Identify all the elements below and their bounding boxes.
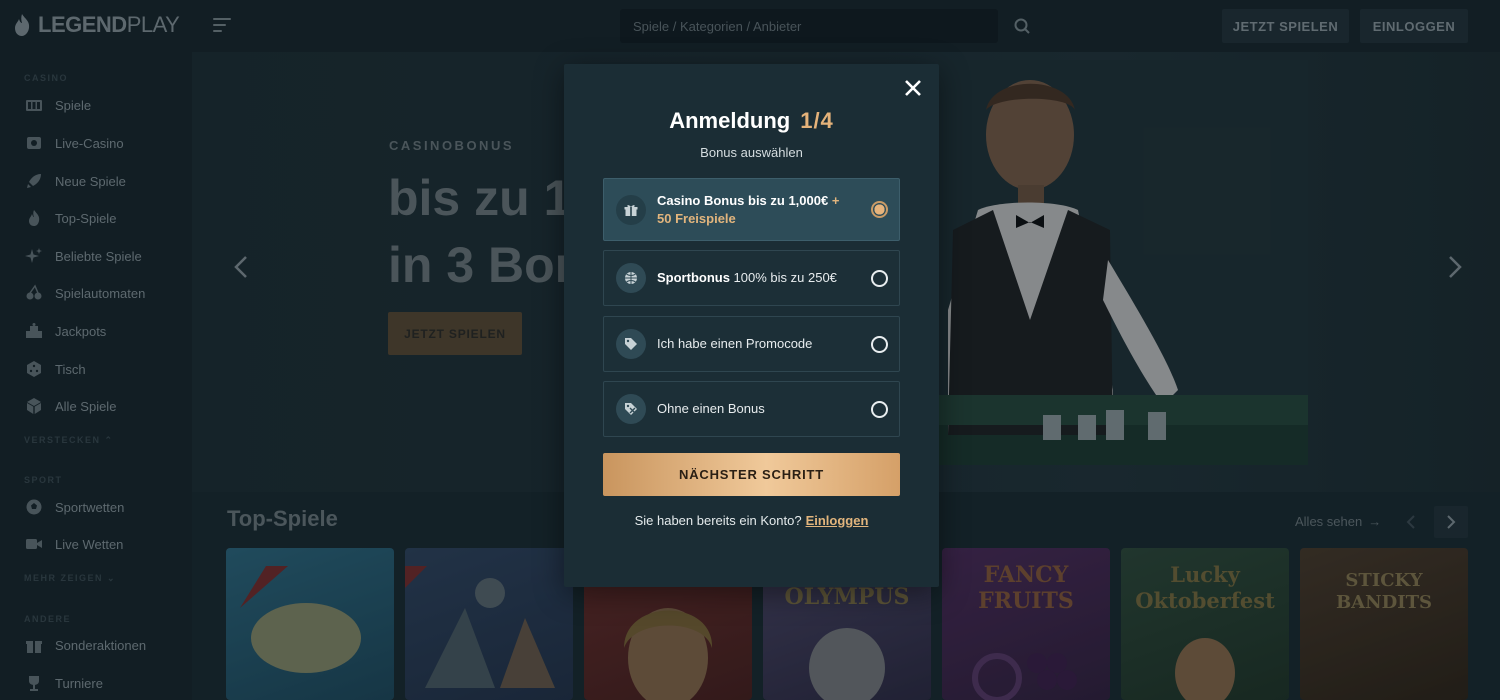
plus-sign: + <box>828 192 840 208</box>
signup-modal: Anmeldung 1/4 Bonus auswählen Casino Bonu… <box>564 64 939 587</box>
login-prompt-text: Sie haben bereits ein Konto? <box>634 513 802 528</box>
no-bonus-text: Ohne einen Bonus <box>657 401 765 416</box>
promocode-text: Ich habe einen Promocode <box>657 336 813 351</box>
modal-title: Anmeldung 1/4 <box>564 108 939 134</box>
ball-icon <box>616 263 646 293</box>
radio-unselected[interactable] <box>871 400 888 418</box>
bonus-option-none[interactable]: Ohne einen Bonus <box>603 381 900 437</box>
bonus-option-sport[interactable]: Sportbonus 100% bis zu 250€ <box>603 250 900 306</box>
radio-unselected[interactable] <box>871 335 888 353</box>
next-step-button[interactable]: NÄCHSTER SCHRITT <box>603 453 900 496</box>
bonus-option-label: Casino Bonus bis zu 1,000€ + 50 Freispie… <box>657 192 839 228</box>
bonus-option-promocode[interactable]: Ich habe einen Promocode <box>603 316 900 372</box>
bonus-option-label: Ich habe einen Promocode <box>657 335 812 353</box>
close-icon[interactable] <box>903 78 923 98</box>
modal-subtitle: Bonus auswählen <box>700 145 803 160</box>
tag-icon <box>616 329 646 359</box>
casino-bonus-text: Casino Bonus bis zu 1,000€ <box>657 192 829 208</box>
radio-selected[interactable] <box>871 201 888 218</box>
sport-bonus-title: Sportbonus <box>657 270 730 285</box>
sport-bonus-detail: 100% bis zu 250€ <box>729 270 837 285</box>
login-prompt: Sie haben bereits ein Konto? Einloggen <box>564 513 939 528</box>
radio-unselected[interactable] <box>871 269 888 287</box>
login-link[interactable]: Einloggen <box>806 513 869 528</box>
bonus-option-casino[interactable]: Casino Bonus bis zu 1,000€ + 50 Freispie… <box>603 178 900 241</box>
modal-title-text: Anmeldung <box>669 108 791 133</box>
gift-icon <box>616 194 646 225</box>
bonus-option-label: Ohne einen Bonus <box>657 400 765 418</box>
step-indicator: 1/4 <box>800 108 834 133</box>
free-spins-text: 50 Freispiele <box>657 210 736 226</box>
no-tag-icon <box>616 394 646 424</box>
bonus-option-label: Sportbonus 100% bis zu 250€ <box>657 269 837 287</box>
